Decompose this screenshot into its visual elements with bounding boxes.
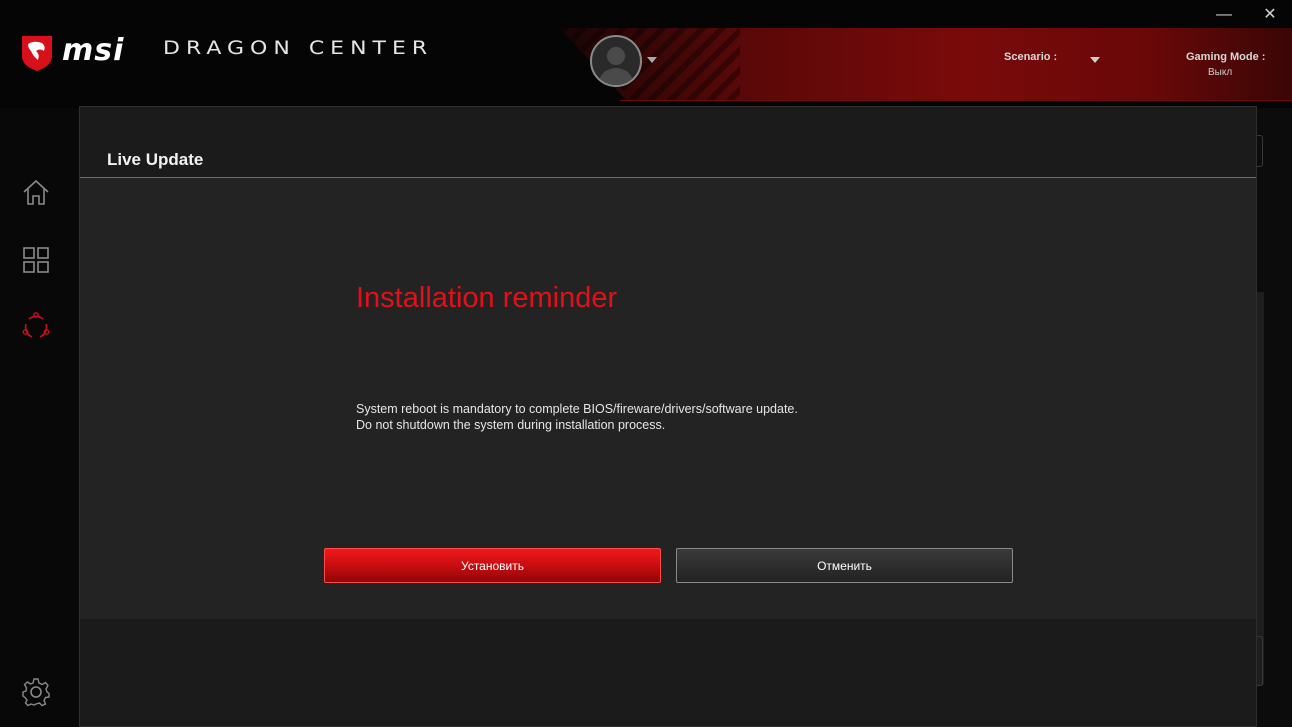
- avatar-dropdown-icon[interactable]: [647, 57, 657, 63]
- scenario-label: Scenario :: [1004, 51, 1058, 63]
- dialog-title: Live Update: [107, 150, 204, 169]
- gaming-mode-value[interactable]: Выкл: [1208, 67, 1232, 78]
- dialog-body: Installation reminder System reboot is m…: [80, 178, 1256, 619]
- reminder-message-line1: System reboot is mandatory to complete B…: [356, 402, 798, 416]
- gaming-mode-label: Gaming Mode :: [1186, 51, 1266, 63]
- msi-dragon-logo-icon: [22, 36, 52, 71]
- close-button[interactable]: ✕: [1256, 4, 1284, 26]
- live-update-dialog: Live Update Installation reminder System…: [79, 106, 1257, 727]
- update-cycle-icon[interactable]: [20, 310, 52, 342]
- brand-logo: msi: [62, 33, 125, 68]
- background-scrollbar[interactable]: [1256, 292, 1264, 685]
- home-icon[interactable]: [20, 176, 52, 208]
- header-divider: [620, 100, 1292, 101]
- gear-icon[interactable]: [20, 676, 52, 708]
- install-button[interactable]: Установить: [324, 548, 661, 583]
- app-title: DRAGON CENTER: [163, 38, 434, 60]
- user-avatar-icon[interactable]: [590, 35, 642, 87]
- scenario-dropdown-icon[interactable]: [1090, 57, 1100, 63]
- cancel-button[interactable]: Отменить: [676, 548, 1013, 583]
- reminder-heading: Installation reminder: [356, 282, 618, 314]
- grid-icon[interactable]: [20, 244, 52, 276]
- minimize-button[interactable]: —: [1210, 4, 1238, 26]
- reminder-message-line2: Do not shutdown the system during instal…: [356, 418, 666, 432]
